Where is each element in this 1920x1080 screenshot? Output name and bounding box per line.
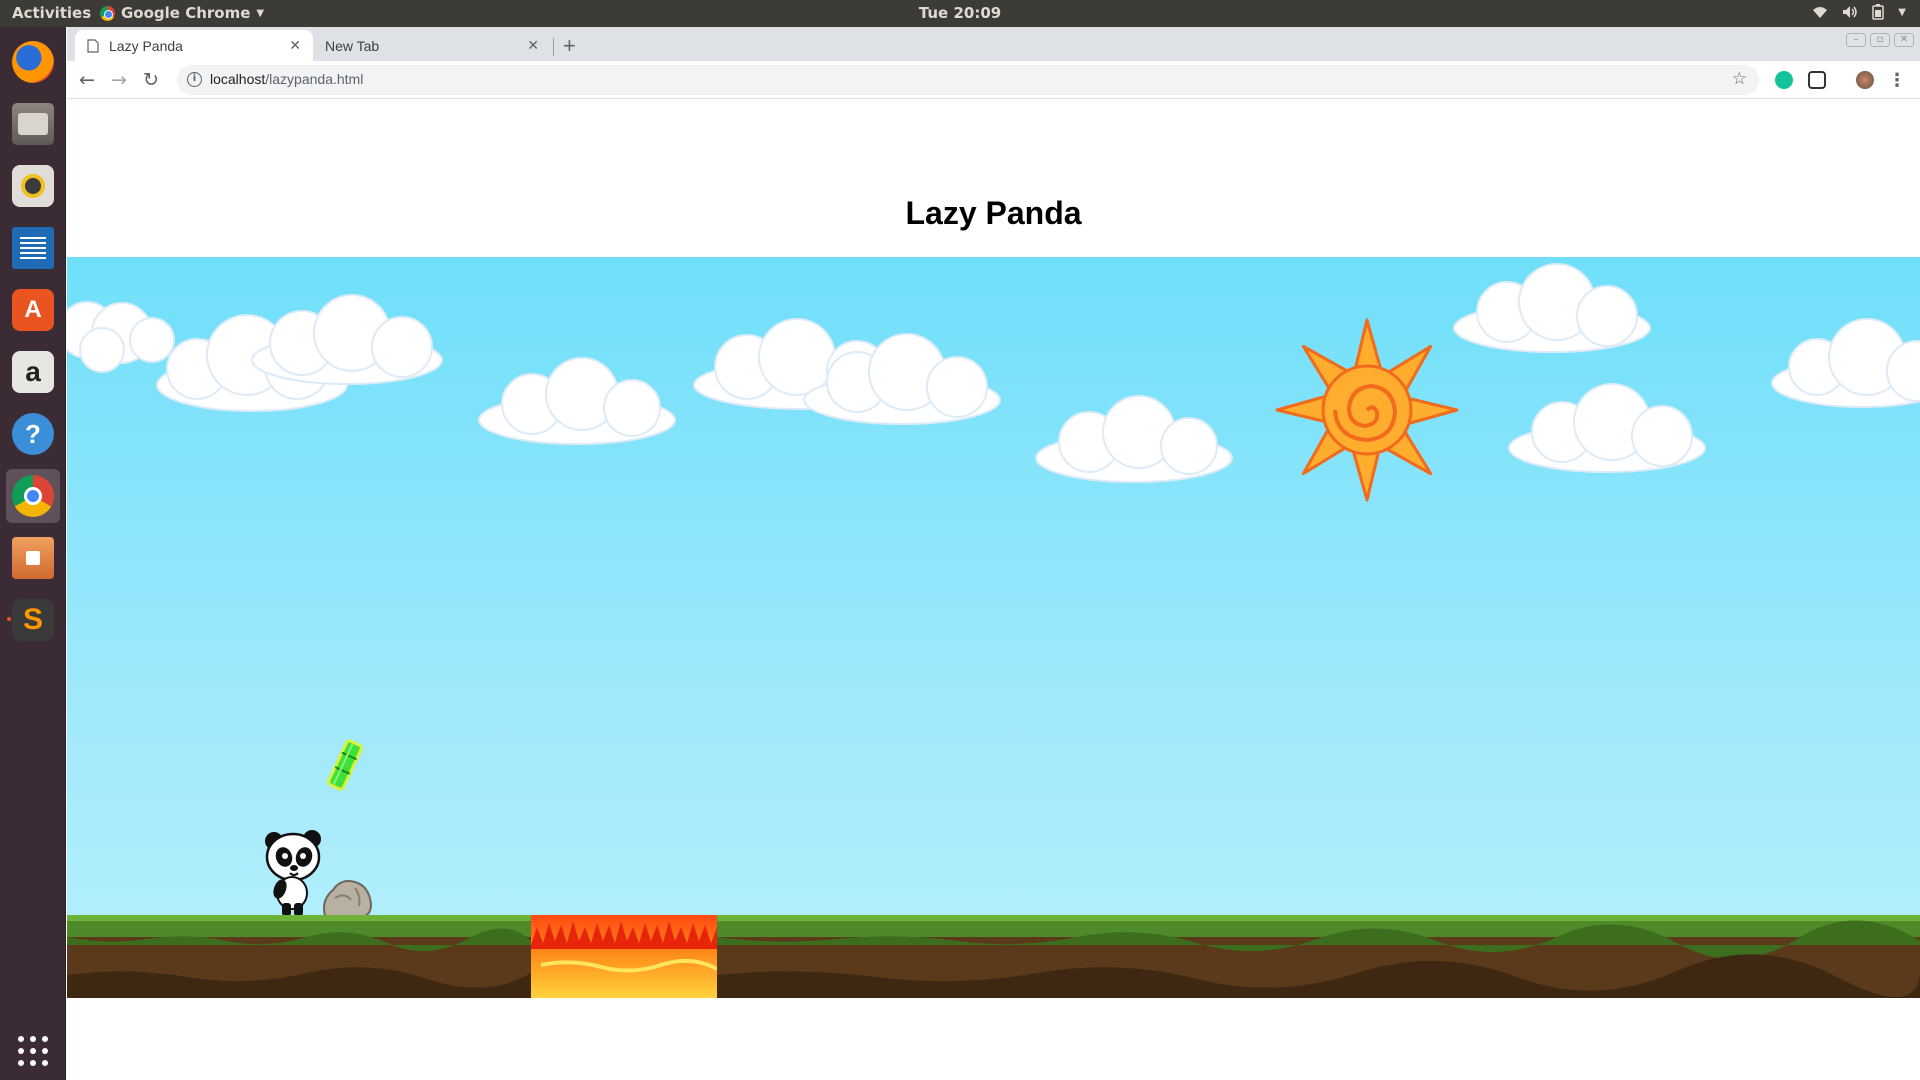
dock-help[interactable]: ? [6, 407, 60, 461]
help-icon: ? [12, 413, 54, 455]
volume-icon [1843, 6, 1858, 18]
dock-firefox[interactable] [6, 35, 60, 89]
page-content: Lazy Panda [67, 99, 1920, 1080]
tab-label: Lazy Panda [109, 37, 183, 54]
rock [323, 880, 373, 918]
dock-files[interactable] [6, 97, 60, 151]
extension-icon[interactable] [1808, 71, 1826, 89]
chevron-down-icon: ▼ [1898, 6, 1906, 18]
sublime-icon: S [12, 599, 54, 641]
reload-icon[interactable]: ↻ [143, 69, 159, 91]
grass-ground [717, 915, 1920, 998]
close-icon[interactable]: ✕ [289, 37, 301, 54]
tab-strip: Lazy Panda ✕ New Tab ✕ + – ▫ ✕ [67, 27, 1920, 61]
tab-new-tab[interactable]: New Tab ✕ [313, 30, 551, 61]
show-apps-icon[interactable] [18, 1036, 48, 1066]
clock[interactable]: Tue 20:09 [0, 4, 1920, 22]
back-arrow-icon[interactable]: ← [79, 69, 95, 91]
new-tab-button[interactable]: + [563, 33, 576, 59]
info-icon[interactable]: i [187, 72, 202, 87]
running-indicator [7, 617, 11, 621]
shopping-bag-icon: A [12, 289, 54, 331]
wifi-icon [1813, 7, 1828, 18]
forward-arrow-icon[interactable]: → [111, 69, 127, 91]
sun [1275, 318, 1459, 502]
amazon-icon: a [12, 351, 54, 393]
dock-chrome[interactable] [6, 469, 60, 523]
lava-pit [531, 915, 717, 998]
document-icon [12, 227, 54, 269]
dock-writer[interactable] [6, 221, 60, 275]
avatar[interactable] [1856, 71, 1874, 89]
url-text: localhost/lazypanda.html [210, 71, 363, 87]
game-canvas[interactable] [67, 257, 1920, 998]
cloud [1771, 318, 1920, 408]
chrome-icon [12, 475, 54, 517]
cloud [1508, 383, 1706, 473]
battery-icon [1872, 4, 1885, 20]
firefox-icon [12, 41, 54, 83]
cloud [803, 333, 1001, 425]
cloud [1035, 395, 1233, 483]
dock-sublime[interactable]: S [6, 593, 60, 647]
page-icon [87, 38, 99, 53]
page-title: Lazy Panda [905, 195, 1082, 231]
system-top-bar: Activities Google Chrome ▼ Tue 20:09 ▼ [0, 0, 1920, 27]
dock-rhythmbox[interactable] [6, 159, 60, 213]
close-window-button[interactable]: ✕ [1894, 33, 1914, 47]
archive-icon [12, 537, 54, 579]
dock: A a ? S [0, 27, 66, 1080]
browser-toolbar: ← → ↻ i localhost/lazypanda.html ☆ ⋮ [67, 61, 1920, 99]
more-menu-icon[interactable]: ⋮ [1888, 70, 1906, 91]
url-host: localhost [210, 71, 266, 87]
tab-lazy-panda[interactable]: Lazy Panda ✕ [75, 30, 313, 61]
tab-label: New Tab [325, 37, 380, 54]
files-icon [12, 103, 54, 145]
dock-software[interactable]: A [6, 283, 60, 337]
cloud [478, 357, 676, 445]
maximize-button[interactable]: ▫ [1870, 33, 1890, 47]
grammarly-icon[interactable] [1775, 71, 1793, 89]
minimize-button[interactable]: – [1846, 33, 1866, 47]
url-path: /lazypanda.html [265, 71, 364, 87]
cloud [251, 294, 443, 385]
address-bar[interactable]: i localhost/lazypanda.html ☆ [177, 65, 1759, 95]
dock-archive[interactable] [6, 531, 60, 585]
close-icon[interactable]: ✕ [527, 37, 539, 54]
speaker-icon [12, 165, 54, 207]
panda[interactable] [260, 827, 330, 917]
bamboo [327, 739, 363, 791]
dock-amazon[interactable]: a [6, 345, 60, 399]
bookmark-star-icon[interactable]: ☆ [1732, 69, 1747, 89]
cloud [1453, 263, 1651, 353]
system-tray[interactable]: ▼ [1812, 4, 1906, 20]
tab-separator [553, 38, 554, 56]
grass-ground [67, 915, 531, 998]
